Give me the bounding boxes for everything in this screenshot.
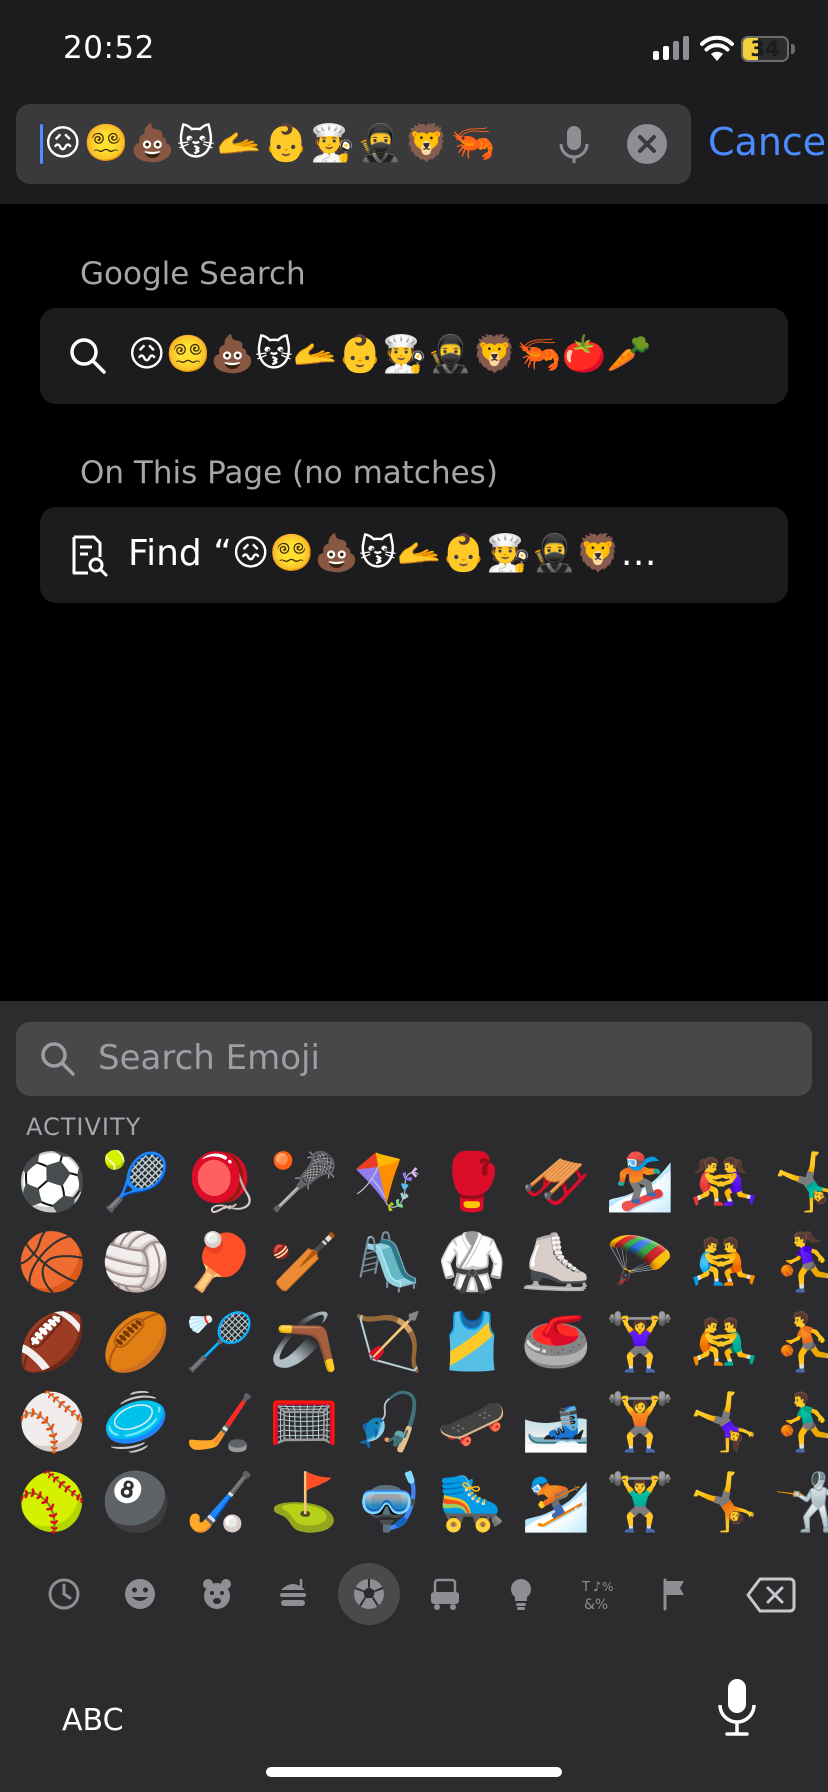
on-this-page-heading: On This Page (no matches) xyxy=(80,455,498,491)
google-search-heading: Google Search xyxy=(80,256,306,292)
emoji-key[interactable]: 🛹 xyxy=(436,1387,508,1459)
search-icon xyxy=(70,338,106,374)
emoji-grid: ⚽ 🎾 🪀 🥍 🪁 🥊 🛷 🏂 🤼‍♀️ 🤸‍♂️ 🏀 🏐 🏓 🏏 🛝 🥋 ⛸️ 🪂 🤼 ⛹️‍♀️ 🏈 🏉 🏸 🪃 🏹 🎽 🥌 🏋️… xyxy=(16,1147,828,1557)
emoji-key[interactable]: ⛳ xyxy=(268,1467,340,1539)
emoji-key[interactable]: 🥋 xyxy=(436,1227,508,1299)
emoji-category-title: ACTIVITY xyxy=(26,1113,142,1141)
emoji-key[interactable]: 🛼 xyxy=(436,1467,508,1539)
svg-text:T: T xyxy=(581,1580,590,1595)
wifi-icon xyxy=(700,35,734,61)
recent-icon[interactable] xyxy=(33,1563,95,1625)
abc-keyboard-switch[interactable]: ABC xyxy=(62,1703,124,1738)
battery-nub xyxy=(791,44,795,54)
emoji-key[interactable]: 🏹 xyxy=(352,1307,424,1379)
delete-backspace-icon[interactable] xyxy=(746,1575,796,1615)
search-query[interactable]: 😖😵‍💫💩😽🫴👶🧑‍🍳🥷🦁🦐 xyxy=(44,122,498,166)
emoji-key[interactable]: 🥎 xyxy=(16,1467,88,1539)
emoji-key[interactable]: 🪁 xyxy=(352,1147,424,1219)
emoji-key[interactable]: 🎱 xyxy=(100,1467,172,1539)
emoji-key[interactable]: ⚾ xyxy=(16,1387,88,1459)
emoji-key[interactable]: 🤸‍♀️ xyxy=(688,1387,760,1459)
travel-icon[interactable] xyxy=(414,1563,476,1625)
emoji-key[interactable]: 🤿 xyxy=(352,1467,424,1539)
emoji-key[interactable]: 🥍 xyxy=(268,1147,340,1219)
emoji-key[interactable]: 🤼 xyxy=(688,1227,760,1299)
flags-icon[interactable] xyxy=(643,1563,705,1625)
emoji-key[interactable]: 🏐 xyxy=(100,1227,172,1299)
search-header: 20:52 34 😖😵‍💫💩😽🫴👶🧑‍🍳🥷🦁🦐 Canc xyxy=(0,0,828,204)
battery-indicator: 34 xyxy=(741,36,789,62)
emoji-category-bar: T ♪% &% xyxy=(0,1563,828,1629)
emoji-key[interactable]: ⛷️ xyxy=(520,1467,592,1539)
close-icon xyxy=(638,135,656,153)
status-time: 20:52 xyxy=(63,30,155,66)
smileys-icon[interactable] xyxy=(109,1563,171,1625)
emoji-key[interactable]: 🏀 xyxy=(16,1227,88,1299)
home-indicator xyxy=(266,1767,562,1777)
emoji-key[interactable]: 🏓 xyxy=(184,1227,256,1299)
emoji-key[interactable]: 🥌 xyxy=(520,1307,592,1379)
emoji-key[interactable]: 🎣 xyxy=(352,1387,424,1459)
emoji-key[interactable]: 🤼‍♂️ xyxy=(688,1307,760,1379)
emoji-search-field[interactable]: Search Emoji xyxy=(16,1022,812,1096)
emoji-key[interactable]: 🤸 xyxy=(688,1467,760,1539)
emoji-key[interactable]: 🏉 xyxy=(100,1307,172,1379)
emoji-key[interactable]: 🪃 xyxy=(268,1307,340,1379)
find-text: Find “😖😵‍💫💩😽🫴👶🧑‍🍳🥷🦁… xyxy=(128,533,657,574)
emoji-key[interactable]: 🛝 xyxy=(352,1227,424,1299)
dictation-microphone-icon[interactable] xyxy=(716,1677,758,1737)
emoji-keyboard: Search Emoji ACTIVITY ⚽ 🎾 🪀 🥍 🪁 🥊 🛷 🏂 🤼‍♀️ 🤸‍♂️ 🏀 🏐… xyxy=(0,1001,828,1792)
google-search-suggestion[interactable]: 😖😵‍💫💩😽🫴👶🧑‍🍳🥷🦁🦐🍅🥕 xyxy=(40,308,788,404)
activity-icon[interactable] xyxy=(338,1563,400,1625)
emoji-key[interactable]: 🏑 xyxy=(184,1467,256,1539)
svg-text:♪: ♪ xyxy=(593,1580,601,1595)
emoji-key[interactable]: 🛷 xyxy=(520,1147,592,1219)
emoji-key[interactable]: 🎾 xyxy=(100,1147,172,1219)
cancel-button[interactable]: Cancel xyxy=(708,120,828,164)
emoji-search-placeholder: Search Emoji xyxy=(98,1038,320,1078)
emoji-key[interactable]: ⚽ xyxy=(16,1147,88,1219)
battery-percent: 34 xyxy=(750,37,780,61)
find-in-page-icon xyxy=(72,535,108,577)
emoji-key[interactable]: ⛹️‍♂️ xyxy=(772,1387,828,1459)
emoji-key[interactable]: 🎽 xyxy=(436,1307,508,1379)
microphone-icon[interactable] xyxy=(556,124,592,164)
text-cursor xyxy=(40,124,43,164)
emoji-key[interactable]: 🏂 xyxy=(604,1147,676,1219)
emoji-key[interactable]: 🤸‍♂️ xyxy=(772,1147,828,1219)
emoji-key[interactable]: 🎿 xyxy=(520,1387,592,1459)
cellular-signal-icon xyxy=(653,36,689,60)
emoji-key[interactable]: ⛸️ xyxy=(520,1227,592,1299)
emoji-key[interactable]: 🏏 xyxy=(268,1227,340,1299)
food-icon[interactable] xyxy=(262,1563,324,1625)
objects-icon[interactable] xyxy=(490,1563,552,1625)
search-field[interactable]: 😖😵‍💫💩😽🫴👶🧑‍🍳🥷🦁🦐 xyxy=(16,104,691,184)
clear-search-button[interactable] xyxy=(627,124,667,164)
emoji-key[interactable]: ⛹️ xyxy=(772,1307,828,1379)
suggestion-text: 😖😵‍💫💩😽🫴👶🧑‍🍳🥷🦁🦐🍅🥕 xyxy=(128,334,652,375)
emoji-key[interactable]: 🤼‍♀️ xyxy=(688,1147,760,1219)
emoji-key[interactable]: 🥊 xyxy=(436,1147,508,1219)
emoji-key[interactable]: 🏸 xyxy=(184,1307,256,1379)
emoji-key[interactable]: 🏋️‍♂️ xyxy=(604,1467,676,1539)
emoji-key[interactable]: 🪀 xyxy=(184,1147,256,1219)
emoji-key[interactable]: 🥏 xyxy=(100,1387,172,1459)
animals-icon[interactable] xyxy=(186,1563,248,1625)
svg-text:&%: &% xyxy=(584,1597,608,1612)
emoji-key[interactable]: 🪂 xyxy=(604,1227,676,1299)
emoji-key[interactable]: 🏒 xyxy=(184,1387,256,1459)
emoji-key[interactable]: 🥅 xyxy=(268,1387,340,1459)
svg-text:%: % xyxy=(602,1580,613,1594)
search-icon xyxy=(41,1042,75,1076)
emoji-key[interactable]: 🏈 xyxy=(16,1307,88,1379)
find-on-page-item[interactable]: Find “😖😵‍💫💩😽🫴👶🧑‍🍳🥷🦁… xyxy=(40,507,788,603)
emoji-key[interactable]: 🏋️ xyxy=(604,1387,676,1459)
emoji-key[interactable]: 🤺 xyxy=(772,1467,828,1539)
emoji-key[interactable]: 🏋️‍♀️ xyxy=(604,1307,676,1379)
emoji-key[interactable]: ⛹️‍♀️ xyxy=(772,1227,828,1299)
symbols-icon[interactable]: T ♪% &% xyxy=(567,1563,629,1625)
